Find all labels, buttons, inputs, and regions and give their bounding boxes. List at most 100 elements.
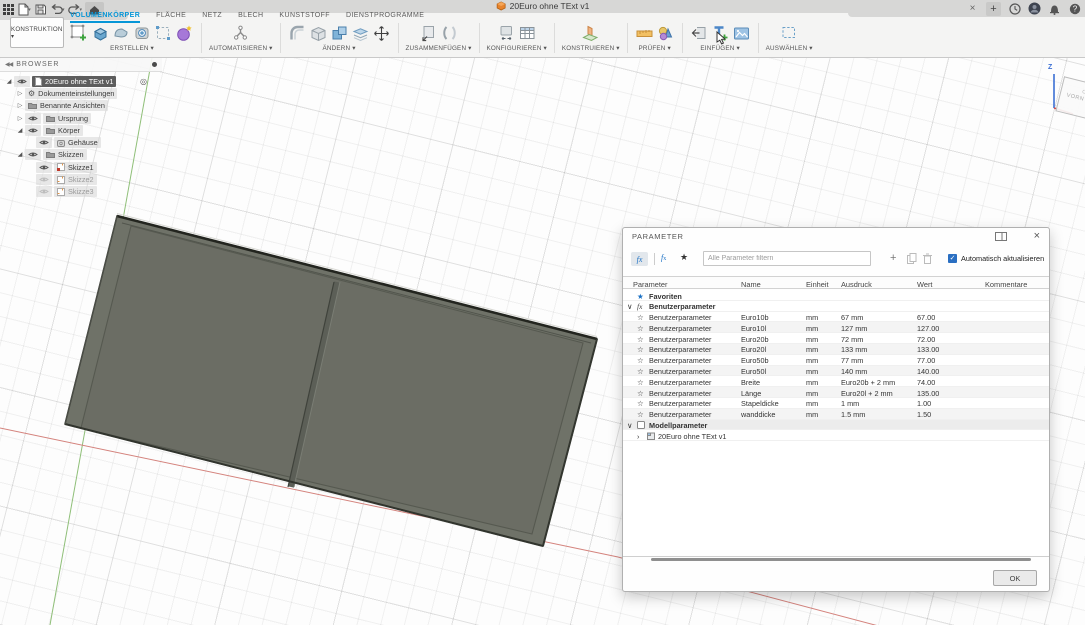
joint-icon[interactable] — [419, 24, 438, 43]
column-header-parameter[interactable]: Parameter — [633, 280, 668, 289]
row-param-euro50b[interactable]: ☆BenutzerparameterEuro50bmm77 mm77.00 — [623, 355, 1049, 366]
add-parameter-icon[interactable]: + — [890, 252, 896, 264]
cell-expression[interactable]: Euro20l + 2 mm — [841, 389, 893, 398]
cell-expression[interactable]: 1.5 mm — [841, 410, 865, 419]
visibility-eye-icon[interactable] — [14, 76, 30, 87]
help-icon[interactable]: ? — [1068, 1, 1081, 16]
auto-update-checkbox[interactable]: ✓ — [948, 254, 957, 263]
collapse-caret-icon[interactable]: ∨ — [627, 302, 632, 311]
group-label-automatisieren[interactable]: AUTOMATISIEREN ▾ — [209, 45, 273, 52]
tree-item-benannte-ansichten[interactable]: ▷Benannte Ansichten — [0, 100, 162, 112]
tab-netz[interactable]: NETZ — [202, 12, 222, 23]
cell-name[interactable]: Euro50l — [741, 367, 766, 376]
collapse-icon[interactable]: ◢ — [4, 78, 14, 85]
cell-expression[interactable]: 72 mm — [841, 335, 863, 344]
cell-expression[interactable]: 67 mm — [841, 313, 863, 322]
expand-icon[interactable]: ▷ — [15, 90, 25, 97]
config-table-icon[interactable] — [518, 24, 537, 43]
insert-image-icon[interactable] — [732, 24, 751, 43]
inspect-icon[interactable] — [656, 24, 675, 43]
group-label-konfigurieren[interactable]: KONFIGURIEREN ▾ — [487, 45, 547, 52]
select-icon[interactable] — [780, 24, 799, 43]
cell-name[interactable]: Stapeldicke — [741, 399, 779, 408]
favorite-toggle-icon[interactable]: ☆ — [637, 356, 644, 365]
row-param-euro50l[interactable]: ☆BenutzerparameterEuro50lmm140 mm140.00 — [623, 366, 1049, 377]
activate-component-icon[interactable]: ◎ — [140, 77, 147, 86]
tree-item-gehäuse[interactable]: Gehäuse — [0, 136, 162, 148]
column-header-wert[interactable]: Wert — [917, 280, 932, 289]
visibility-eye-icon[interactable] — [25, 149, 41, 160]
undo-icon[interactable]: ▾ — [50, 2, 65, 17]
favorite-toggle-icon[interactable]: ☆ — [637, 367, 644, 376]
expand-icon[interactable]: ▷ — [15, 115, 25, 122]
favorite-toggle-icon[interactable]: ☆ — [637, 335, 644, 344]
cell-name[interactable]: Breite — [741, 378, 760, 387]
tree-label-chip[interactable]: Skizze3 — [54, 186, 97, 197]
save-icon[interactable] — [34, 2, 47, 17]
tree-item-ursprung[interactable]: ▷ Ursprung — [0, 112, 162, 124]
copy-parameter-icon[interactable] — [907, 253, 917, 264]
group-label-zusammenfügen[interactable]: ZUSAMMENFÜGEN ▾ — [406, 45, 472, 52]
presspull-icon[interactable] — [351, 24, 370, 43]
column-header-einheit[interactable]: Einheit — [806, 280, 829, 289]
browser-options-icon[interactable] — [152, 62, 157, 67]
visibility-eye-icon[interactable] — [25, 113, 41, 124]
visibility-eye-icon[interactable] — [36, 162, 52, 173]
combine-icon[interactable] — [330, 24, 349, 43]
tree-label-chip[interactable]: ⚙Dokumenteinstellungen — [25, 88, 117, 99]
row-param-euro10l[interactable]: ☆BenutzerparameterEuro10lmm127 mm127.00 — [623, 322, 1049, 333]
frame-icon[interactable] — [154, 24, 173, 43]
close-tab-icon[interactable]: × — [966, 1, 979, 16]
tree-item-skizze3[interactable]: Skizze3 — [0, 186, 162, 198]
construction-dropdown[interactable]: KONSTRUKTION ▾ — [10, 17, 64, 48]
dialog-close-icon[interactable]: × — [1034, 230, 1040, 242]
row-param-stapeldicke[interactable]: ☆BenutzerparameterStapeldickemm1 mm1.00 — [623, 398, 1049, 409]
column-header-ausdruck[interactable]: Ausdruck — [841, 280, 872, 289]
tree-label-chip[interactable]: 20Euro ohne TExt v1 — [32, 76, 116, 87]
favorite-toggle-icon[interactable]: ☆ — [637, 324, 644, 333]
row-param-länge[interactable]: ☆BenutzerparameterLängemmEuro20l + 2 mm1… — [623, 387, 1049, 398]
dock-panel-icon[interactable] — [995, 232, 1007, 241]
row-model-child[interactable]: ›20Euro ohne TExt v1 — [623, 430, 1049, 441]
row-favorites[interactable]: ★Favoriten — [623, 290, 1049, 301]
tree-label-chip[interactable]: Ursprung — [43, 113, 91, 124]
tab-blech[interactable]: BLECH — [238, 12, 263, 23]
group-label-erstellen[interactable]: ERSTELLEN ▾ — [110, 45, 154, 52]
group-label-einfügen[interactable]: EINFÜGEN ▾ — [700, 45, 739, 52]
tree-label-chip[interactable]: Skizze1 — [54, 162, 97, 173]
delete-parameter-icon[interactable] — [923, 253, 932, 264]
cell-name[interactable]: wanddicke — [741, 410, 775, 419]
favorites-filter-icon[interactable]: ★ — [680, 252, 688, 263]
construct-icon[interactable] — [581, 24, 600, 43]
group-label-auswählen[interactable]: AUSWÄHLEN ▾ — [766, 45, 813, 52]
visibility-eye-icon[interactable] — [36, 174, 52, 185]
row-param-euro20b[interactable]: ☆BenutzerparameterEuro20bmm72 mm72.00 — [623, 333, 1049, 344]
sweep-icon[interactable] — [112, 24, 131, 43]
expand-icon[interactable]: ▷ — [15, 102, 25, 109]
file-icon[interactable]: ▾ — [18, 2, 31, 17]
cell-expression[interactable]: 133 mm — [841, 345, 867, 354]
group-label-konstruieren[interactable]: KONSTRUIEREN ▾ — [562, 45, 620, 52]
cell-expression[interactable]: Euro20b + 2 mm — [841, 378, 895, 387]
cell-name[interactable]: Euro20b — [741, 335, 769, 344]
viewcube[interactable]: Z OBEN VORN — [1043, 62, 1085, 134]
tree-item-skizzen[interactable]: ◢ Skizzen — [0, 149, 162, 161]
column-header-kommentare[interactable]: Kommentare — [985, 280, 1027, 289]
cell-expression[interactable]: 140 mm — [841, 367, 867, 376]
expand-caret-icon[interactable]: › — [637, 432, 639, 441]
tree-label-chip[interactable]: Gehäuse — [54, 137, 101, 148]
row-group-benutzerparameter[interactable]: ∨fxBenutzerparameter — [623, 301, 1049, 312]
fx-filter-icon[interactable]: fx — [631, 252, 648, 266]
ok-button[interactable]: OK — [993, 570, 1037, 586]
form-icon[interactable] — [175, 24, 194, 43]
favorite-toggle-icon[interactable]: ☆ — [637, 399, 644, 408]
row-group-modellparameter[interactable]: ∨Modellparameter — [623, 420, 1049, 431]
cell-expression[interactable]: 1 mm — [841, 399, 859, 408]
new-tab-icon[interactable]: + — [986, 1, 1001, 16]
row-param-euro20l[interactable]: ☆BenutzerparameterEuro20lmm133 mm133.00 — [623, 344, 1049, 355]
favorite-toggle-icon[interactable]: ☆ — [637, 345, 644, 354]
cell-name[interactable]: Euro10b — [741, 313, 769, 322]
row-param-wanddicke[interactable]: ☆Benutzerparameterwanddickemm1.5 mm1.50 — [623, 409, 1049, 420]
group-label-ändern[interactable]: ÄNDERN ▾ — [322, 45, 355, 52]
user-parameter-add-icon[interactable]: fx — [661, 253, 666, 262]
